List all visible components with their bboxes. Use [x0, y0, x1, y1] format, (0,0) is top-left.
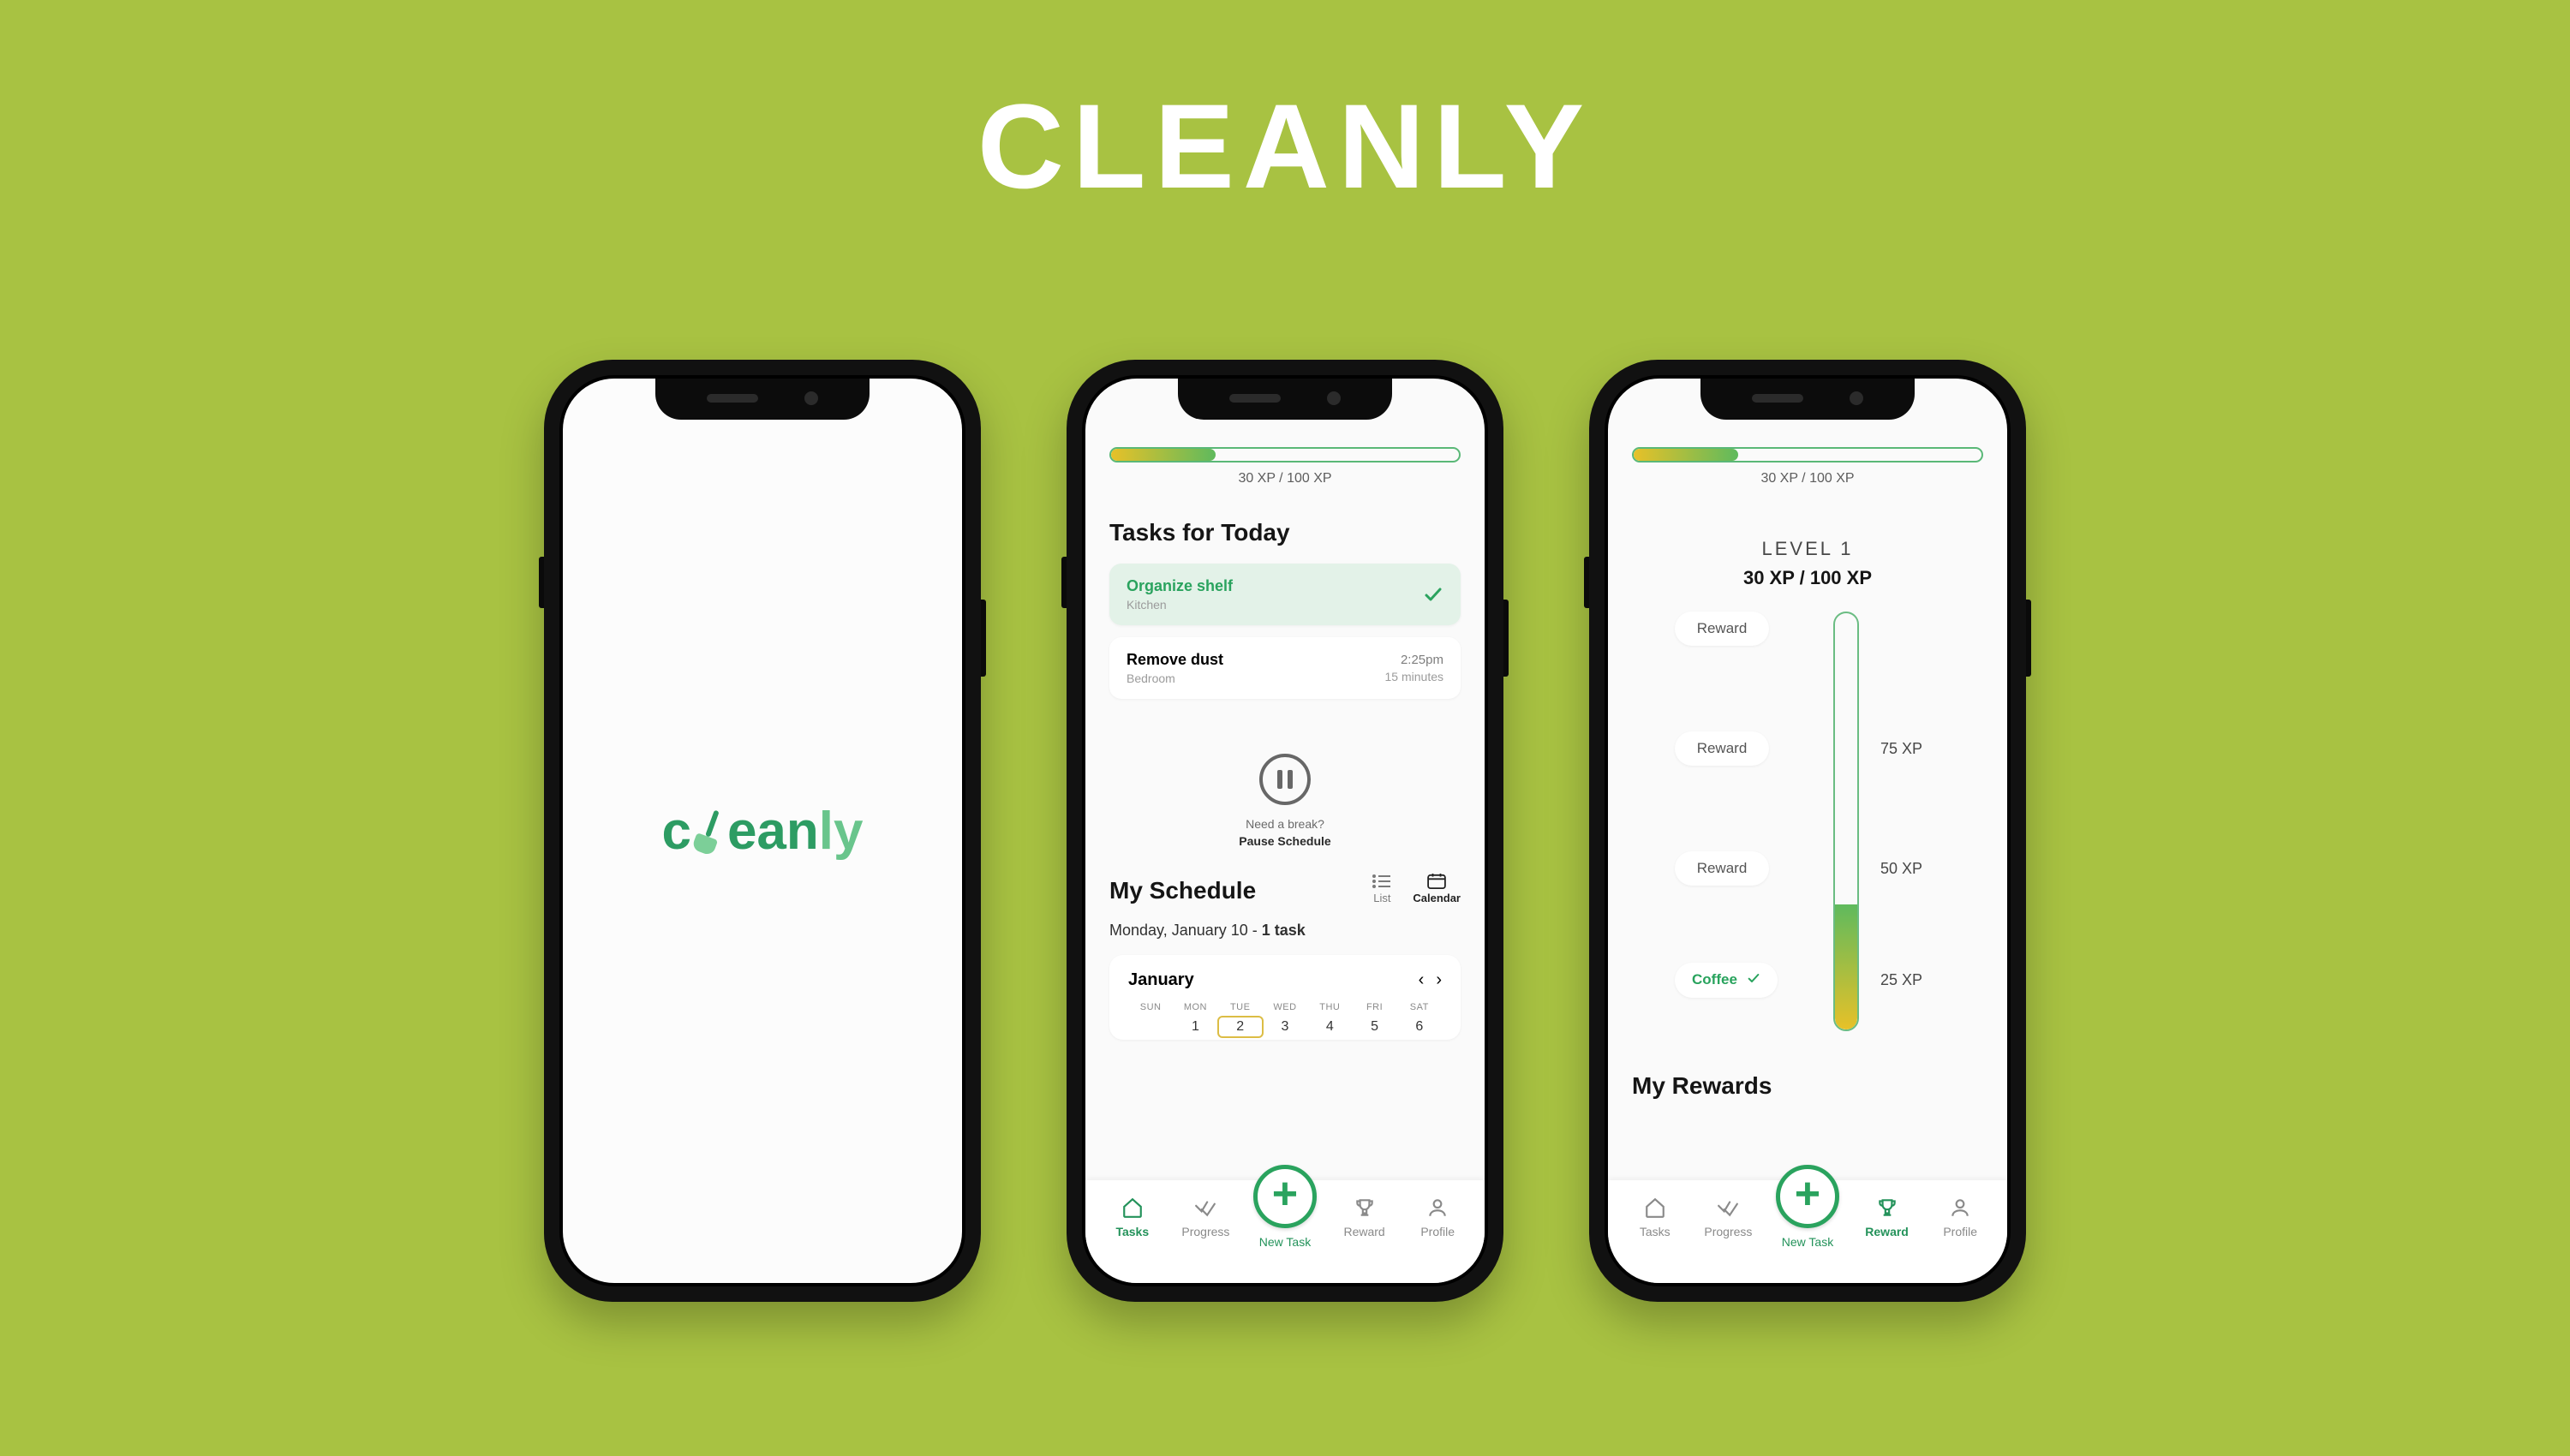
reward-xp-value: 50 XP — [1880, 860, 1940, 878]
plus-icon: + — [1795, 1172, 1820, 1216]
nav-tasks[interactable]: Tasks — [1623, 1196, 1688, 1238]
calendar-day[interactable]: 3 — [1263, 1019, 1307, 1035]
plus-icon: + — [1272, 1172, 1298, 1216]
task-title: Remove dust — [1127, 651, 1223, 669]
reward-rung: Reward — [1675, 612, 1940, 646]
device-notch — [1700, 379, 1915, 420]
progress-icon — [1695, 1196, 1760, 1220]
calendar-days: 1 2 3 4 5 6 — [1128, 1019, 1442, 1035]
my-rewards-title: My Rewards — [1632, 1072, 1983, 1100]
reward-rung: Reward 50 XP — [1675, 851, 1940, 886]
trophy-icon — [1332, 1196, 1397, 1220]
nav-tasks[interactable]: Tasks — [1100, 1196, 1165, 1238]
reward-pill[interactable]: Reward — [1675, 612, 1769, 646]
reward-rung: Reward 75 XP — [1675, 731, 1940, 766]
phone-tasks: 30 XP / 100 XP Tasks for Today Organize … — [1067, 360, 1503, 1302]
phone-splash: c eanly — [544, 360, 981, 1302]
nav-new-task[interactable]: + New Task — [1769, 1165, 1846, 1249]
calendar-month: January — [1128, 970, 1194, 990]
view-toggle: List Calendar — [1372, 874, 1461, 904]
home-icon — [1100, 1196, 1165, 1220]
schedule-day-summary: Monday, January 10 - 1 task — [1109, 922, 1461, 940]
calendar-day[interactable]: 5 — [1352, 1019, 1396, 1035]
calendar-day[interactable]: 6 — [1397, 1019, 1442, 1035]
task-card[interactable]: Remove dust Bedroom 2:25pm 15 minutes — [1109, 637, 1461, 699]
task-title: Organize shelf — [1127, 577, 1233, 595]
broom-icon — [688, 805, 731, 856]
add-task-fab[interactable]: + — [1253, 1165, 1317, 1228]
reward-xp-value: 25 XP — [1880, 971, 1940, 989]
nav-reward[interactable]: Reward — [1332, 1196, 1397, 1238]
phone-rewards: 30 XP / 100 XP LEVEL 1 30 XP / 100 XP Re… — [1589, 360, 2026, 1302]
device-notch — [655, 379, 870, 420]
pause-question: Need a break? — [1109, 817, 1461, 831]
profile-icon — [1405, 1196, 1470, 1220]
tasks-section-title: Tasks for Today — [1109, 519, 1461, 546]
calendar-card: January ‹ › SUNMONTUEWEDTHUFRISAT 1 2 3 — [1109, 955, 1461, 1040]
pause-button[interactable] — [1259, 754, 1311, 805]
calendar-weekdays: SUNMONTUEWEDTHUFRISAT — [1128, 1002, 1442, 1012]
add-task-fab[interactable]: + — [1776, 1165, 1839, 1228]
task-time: 2:25pm — [1385, 653, 1443, 667]
reward-pill-done[interactable]: Coffee — [1675, 963, 1778, 998]
device-notch — [1178, 379, 1392, 420]
task-location: Bedroom — [1127, 671, 1223, 685]
level-label: LEVEL 1 — [1632, 538, 1983, 560]
profile-icon — [1928, 1196, 1993, 1220]
app-logo: c eanly — [661, 801, 863, 862]
task-location: Kitchen — [1127, 598, 1233, 612]
xp-label: 30 XP / 100 XP — [1632, 471, 1983, 486]
nav-profile[interactable]: Profile — [1405, 1196, 1470, 1238]
nav-profile[interactable]: Profile — [1928, 1196, 1993, 1238]
reward-xp-value: 75 XP — [1880, 740, 1940, 758]
xp-label: 30 XP / 100 XP — [1109, 471, 1461, 486]
pause-action[interactable]: Pause Schedule — [1109, 834, 1461, 848]
calendar-day-today[interactable]: 2 — [1218, 1019, 1263, 1035]
calendar-next-button[interactable]: › — [1436, 970, 1442, 990]
home-icon — [1623, 1196, 1688, 1220]
view-list-button[interactable]: List — [1372, 874, 1392, 904]
rewards-ladder: Reward Reward 75 XP Reward 50 XP — [1675, 612, 1940, 1031]
splash-screen: c eanly — [563, 379, 962, 1283]
pause-block: Need a break? Pause Schedule — [1109, 754, 1461, 848]
task-card-done[interactable]: Organize shelf Kitchen — [1109, 564, 1461, 625]
hero-title: CLEANLY — [0, 77, 2570, 216]
calendar-day[interactable]: 4 — [1307, 1019, 1352, 1035]
bottom-nav: Tasks Progress + New Task Reward Profile — [1608, 1180, 2007, 1283]
reward-rung: Coffee 25 XP — [1675, 963, 1940, 998]
nav-progress[interactable]: Progress — [1695, 1196, 1760, 1238]
calendar-icon — [1426, 874, 1447, 889]
calendar-day[interactable] — [1128, 1019, 1173, 1035]
nav-progress[interactable]: Progress — [1173, 1196, 1238, 1238]
xp-bar: 30 XP / 100 XP — [1632, 447, 1983, 486]
pause-icon — [1277, 770, 1293, 789]
progress-icon — [1173, 1196, 1238, 1220]
nav-new-task[interactable]: + New Task — [1246, 1165, 1324, 1249]
bottom-nav: Tasks Progress + New Task Reward Profile — [1085, 1180, 1485, 1283]
reward-pill[interactable]: Reward — [1675, 731, 1769, 766]
list-icon — [1372, 874, 1392, 889]
nav-reward[interactable]: Reward — [1855, 1196, 1920, 1238]
calendar-day[interactable]: 1 — [1173, 1019, 1217, 1035]
level-xp: 30 XP / 100 XP — [1632, 567, 1983, 589]
calendar-prev-button[interactable]: ‹ — [1419, 970, 1425, 990]
schedule-section-title: My Schedule — [1109, 877, 1256, 904]
level-header: LEVEL 1 30 XP / 100 XP — [1632, 538, 1983, 589]
view-calendar-button[interactable]: Calendar — [1413, 874, 1461, 904]
check-icon — [1423, 584, 1443, 605]
reward-pill[interactable]: Reward — [1675, 851, 1769, 886]
xp-bar: 30 XP / 100 XP — [1109, 447, 1461, 486]
check-icon — [1747, 971, 1760, 989]
task-duration: 15 minutes — [1385, 670, 1443, 683]
trophy-icon — [1855, 1196, 1920, 1220]
